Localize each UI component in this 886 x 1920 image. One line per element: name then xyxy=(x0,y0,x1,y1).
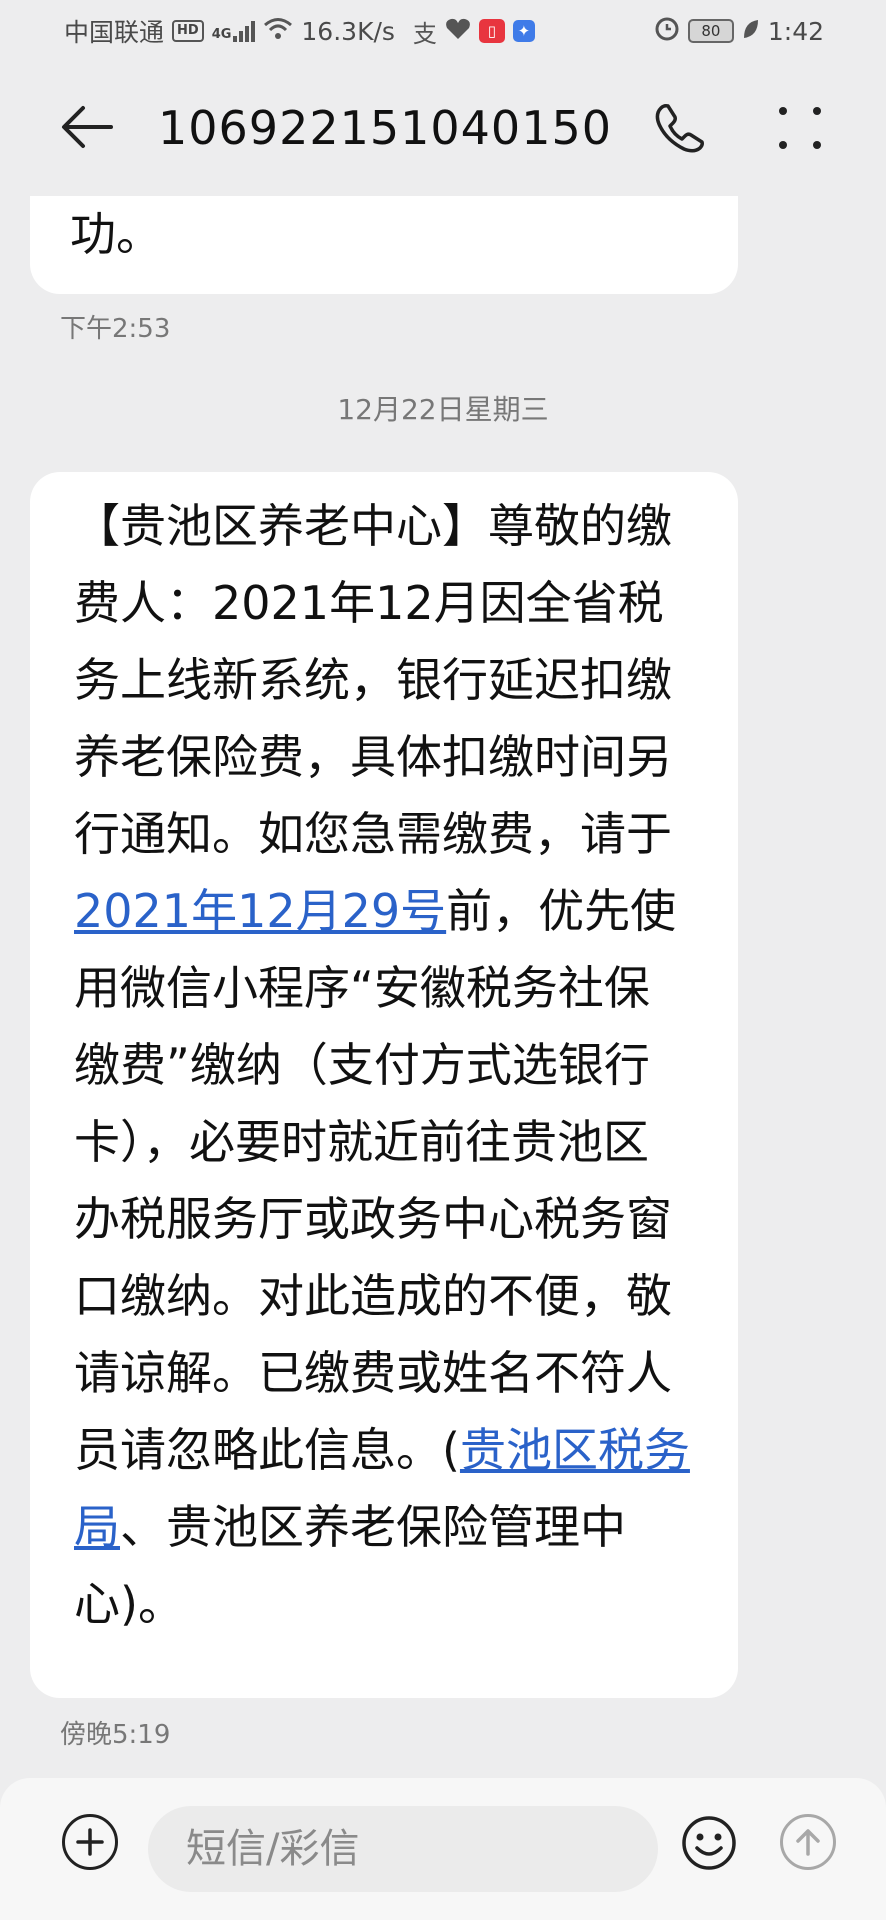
status-left: 中国联通 HD 4G 16.3K/s 支 ▯ ✦ xyxy=(64,13,535,49)
message-bubble[interactable]: 【贵池区养老中心】尊敬的缴费人：2021年12月因全省税务上线新系统，银行延迟扣… xyxy=(30,472,738,1698)
message-list[interactable]: 功。 下午2:53 12月22日星期三 【贵池区养老中心】尊敬的缴费人：2021… xyxy=(0,196,886,1778)
previous-message-text: 功。 xyxy=(70,207,162,261)
add-icon xyxy=(76,1828,104,1856)
message-input-wrapper[interactable] xyxy=(148,1806,658,1892)
status-right: 80 1:42 xyxy=(654,15,824,47)
wifi-icon xyxy=(263,16,293,46)
back-arrow-icon xyxy=(62,106,113,148)
previous-message-bubble[interactable]: 功。 xyxy=(30,196,738,294)
back-button[interactable] xyxy=(60,100,114,154)
network-speed: 16.3K/s xyxy=(301,16,395,46)
status-bar: 中国联通 HD 4G 16.3K/s 支 ▯ ✦ 80 1:42 xyxy=(0,0,886,62)
baidu-icon: ✦ xyxy=(512,20,535,42)
carrier-label: 中国联通 xyxy=(64,18,165,47)
network-type-label: 4G xyxy=(211,27,232,42)
send-icon xyxy=(796,1829,820,1856)
emoji-button[interactable] xyxy=(680,1814,738,1872)
contact-number: 106922151040150 xyxy=(158,101,612,155)
leaf-icon xyxy=(742,17,760,46)
battery-icon: 80 xyxy=(687,19,734,43)
alipay-icon: 支 xyxy=(412,19,437,48)
clock-time: 1:42 xyxy=(767,16,824,46)
phone-icon xyxy=(655,104,704,153)
hd-icon: HD xyxy=(172,20,204,42)
alarm-icon xyxy=(654,15,680,47)
message-text-part3: 、贵池区养老保险管理中心)。 xyxy=(74,1500,626,1631)
conversation-header: 106922151040150 xyxy=(0,62,886,196)
message-time: 傍晚5:19 xyxy=(60,1720,171,1750)
add-attachment-button[interactable] xyxy=(62,1814,118,1870)
date-link[interactable]: 2021年12月29号 xyxy=(74,884,446,938)
more-icon xyxy=(779,107,787,115)
battery-level: 80 xyxy=(701,22,721,40)
date-separator: 12月22日星期三 xyxy=(337,393,549,426)
emoji-icon xyxy=(682,1816,736,1870)
call-button[interactable] xyxy=(650,98,710,158)
send-button[interactable] xyxy=(780,1814,836,1870)
more-options-button[interactable] xyxy=(770,98,830,158)
previous-message-time: 下午2:53 xyxy=(60,314,171,344)
health-icon xyxy=(445,17,471,46)
message-text: 【贵池区养老中心】尊敬的缴费人：2021年12月因全省税务上线新系统，银行延迟扣… xyxy=(74,488,694,1643)
reader-app-icon: ▯ xyxy=(478,19,505,43)
message-text-part1: 【贵池区养老中心】尊敬的缴费人：2021年12月因全省税务上线新系统，银行延迟扣… xyxy=(74,499,672,861)
message-input[interactable] xyxy=(148,1806,658,1892)
message-text-part2: 前，优先使用微信小程序“安徽税务社保缴费”缴纳（支付方式选银行卡），必要时就近前… xyxy=(74,884,677,1477)
composer-bar xyxy=(0,1778,886,1920)
signal-icon: 4G xyxy=(212,20,256,42)
